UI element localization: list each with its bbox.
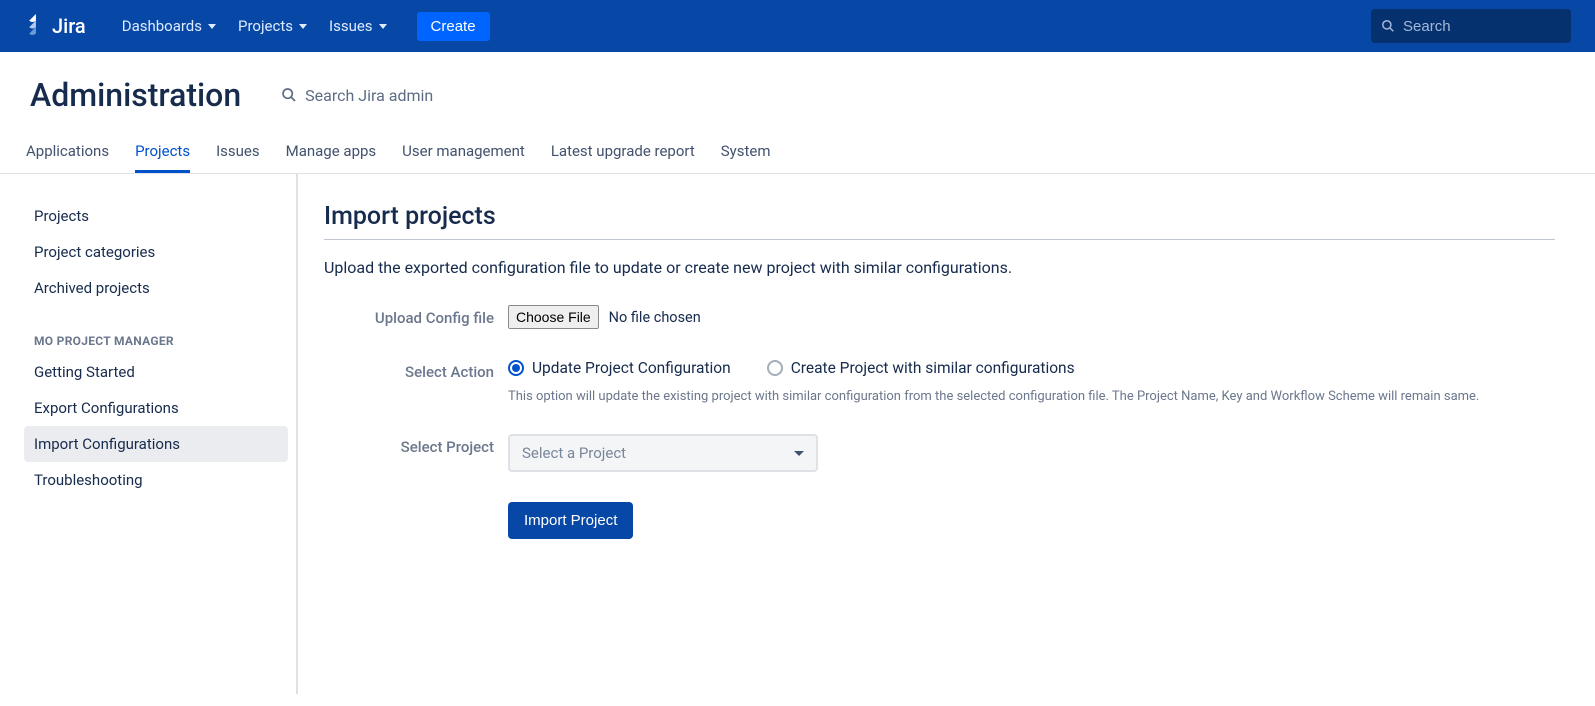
admin-title: Administration — [30, 76, 241, 114]
body-wrapper: Projects Project categories Archived pro… — [0, 174, 1595, 694]
tab-system[interactable]: System — [721, 142, 771, 173]
select-project-dropdown[interactable]: Select a Project — [508, 434, 818, 472]
create-button[interactable]: Create — [417, 12, 490, 41]
nav-issues-label: Issues — [329, 17, 373, 35]
upload-row: Upload Config file Choose File No file c… — [324, 305, 1555, 329]
upload-label: Upload Config file — [324, 305, 508, 327]
sidebar-item-archived-projects[interactable]: Archived projects — [24, 270, 288, 306]
action-row: Select Action Update Project Configurati… — [324, 359, 1555, 404]
page-description: Upload the exported configuration file t… — [324, 258, 1555, 277]
submit-row: Import Project — [324, 502, 1555, 539]
nav-items: Dashboards Projects Issues Create — [122, 12, 490, 41]
tab-issues[interactable]: Issues — [216, 142, 260, 173]
nav-dashboards[interactable]: Dashboards — [122, 17, 216, 35]
sidebar-item-getting-started[interactable]: Getting Started — [24, 354, 288, 390]
tab-upgrade-report[interactable]: Latest upgrade report — [551, 142, 695, 173]
topnav-right — [1371, 9, 1571, 43]
jira-logo[interactable]: Jira — [24, 14, 86, 38]
nav-projects-label: Projects — [238, 17, 293, 35]
chevron-down-icon — [299, 24, 307, 29]
search-icon — [281, 87, 297, 103]
tab-projects[interactable]: Projects — [135, 142, 190, 173]
tab-user-management[interactable]: User management — [402, 142, 525, 173]
sidebar-heading: MO PROJECT MANAGER — [34, 334, 288, 348]
nav-projects[interactable]: Projects — [238, 17, 307, 35]
action-help-text: This option will update the existing pro… — [508, 389, 1555, 404]
nav-dashboards-label: Dashboards — [122, 17, 202, 35]
import-project-button[interactable]: Import Project — [508, 502, 633, 539]
sidebar-item-project-categories[interactable]: Project categories — [24, 234, 288, 270]
admin-search-placeholder: Search Jira admin — [305, 86, 433, 105]
chevron-down-icon — [794, 451, 804, 456]
radio-update-label: Update Project Configuration — [532, 359, 731, 377]
jira-logo-text: Jira — [52, 14, 86, 38]
sidebar-item-export-configurations[interactable]: Export Configurations — [24, 390, 288, 426]
admin-search[interactable]: Search Jira admin — [281, 86, 433, 105]
global-search-input[interactable] — [1403, 18, 1561, 35]
sidebar: Projects Project categories Archived pro… — [0, 174, 298, 694]
chevron-down-icon — [379, 24, 387, 29]
sidebar-item-projects[interactable]: Projects — [24, 198, 288, 234]
action-control: Update Project Configuration Create Proj… — [508, 359, 1555, 404]
tab-manage-apps[interactable]: Manage apps — [286, 142, 377, 173]
submit-control: Import Project — [508, 502, 1555, 539]
sidebar-item-troubleshooting[interactable]: Troubleshooting — [24, 462, 288, 498]
select-project-row: Select Project Select a Project — [324, 434, 1555, 472]
radio-update-project[interactable]: Update Project Configuration — [508, 359, 731, 377]
page-title: Import projects — [324, 202, 1555, 240]
action-label: Select Action — [324, 359, 508, 381]
file-status: No file chosen — [609, 309, 701, 326]
select-project-label: Select Project — [324, 434, 508, 456]
upload-control: Choose File No file chosen — [508, 305, 1555, 329]
empty-label — [324, 502, 508, 506]
jira-icon — [24, 14, 48, 38]
top-navigation: Jira Dashboards Projects Issues Create — [0, 0, 1595, 52]
nav-issues[interactable]: Issues — [329, 17, 387, 35]
radio-create-project[interactable]: Create Project with similar configuratio… — [767, 359, 1075, 377]
main-content: Import projects Upload the exported conf… — [298, 174, 1595, 694]
select-project-control: Select a Project — [508, 434, 1555, 472]
radio-icon — [508, 360, 524, 376]
chevron-down-icon — [208, 24, 216, 29]
radio-group: Update Project Configuration Create Proj… — [508, 359, 1555, 377]
sidebar-item-import-configurations[interactable]: Import Configurations — [24, 426, 288, 462]
admin-tabs: Applications Projects Issues Manage apps… — [0, 124, 1595, 174]
choose-file-button[interactable]: Choose File — [508, 305, 599, 329]
radio-create-label: Create Project with similar configuratio… — [791, 359, 1075, 377]
tab-applications[interactable]: Applications — [26, 142, 109, 173]
admin-header: Administration Search Jira admin — [0, 52, 1595, 124]
select-project-placeholder: Select a Project — [522, 444, 626, 462]
global-search[interactable] — [1371, 9, 1571, 43]
search-icon — [1381, 18, 1395, 34]
radio-icon — [767, 360, 783, 376]
